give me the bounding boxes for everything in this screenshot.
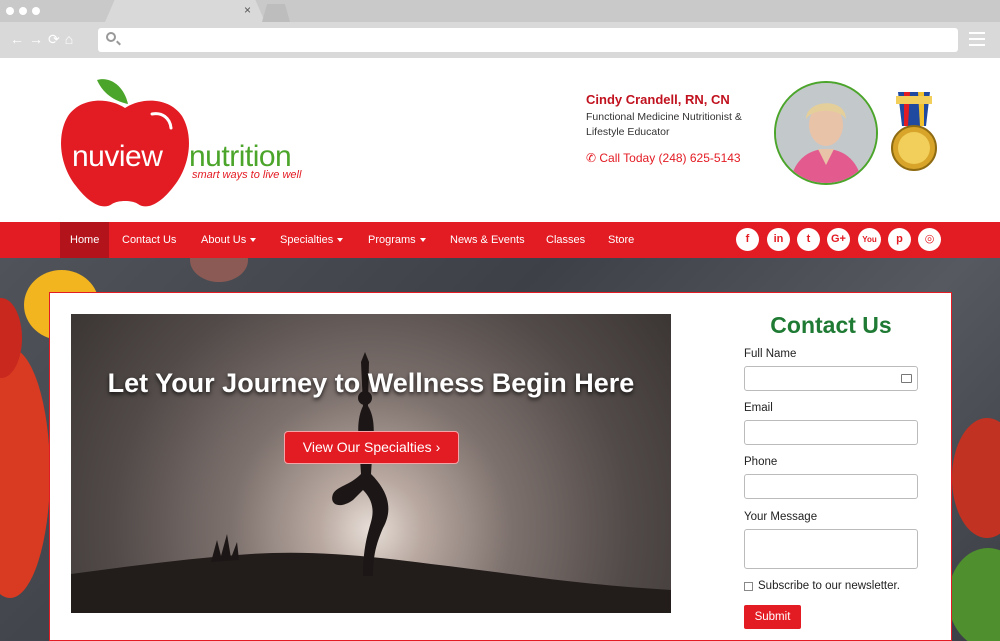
logo-word-nuview: nuview: [72, 140, 163, 173]
phone-text: Call Today (248) 625-5143: [599, 151, 741, 165]
window-dot[interactable]: [19, 7, 27, 15]
nav-specialties[interactable]: Specialties: [280, 222, 344, 258]
tomato-decoration: [0, 348, 50, 598]
contact-card-icon: [901, 374, 912, 383]
pepper-decoration: [948, 548, 1000, 641]
google-plus-icon[interactable]: G+: [827, 228, 850, 251]
chevron-down-icon: [250, 238, 257, 243]
view-specialties-button[interactable]: View Our Specialties ›: [284, 431, 459, 464]
nav-about-us[interactable]: About Us: [201, 222, 257, 258]
newsletter-checkbox[interactable]: [744, 582, 753, 591]
facebook-icon[interactable]: f: [736, 228, 759, 251]
message-textarea[interactable]: [744, 529, 918, 569]
avatar: [774, 81, 878, 185]
site-header: nuview nutrition smart ways to live well…: [0, 58, 1000, 222]
window-dot[interactable]: [6, 7, 14, 15]
phone-icon: ✆: [586, 151, 600, 165]
logo-tagline: smart ways to live well: [192, 169, 302, 181]
address-bar[interactable]: [98, 28, 958, 52]
message-label: Your Message: [744, 511, 818, 523]
twitter-icon[interactable]: t: [797, 228, 820, 251]
browser-tab[interactable]: [105, 0, 265, 22]
award-medal-icon: [891, 92, 937, 171]
main-nav: Home Contact Us About Us Specialties Pro…: [0, 222, 1000, 258]
nav-programs[interactable]: Programs: [368, 222, 426, 258]
tab-close-icon[interactable]: ×: [244, 3, 251, 17]
hero-title: Let Your Journey to Wellness Begin Here: [107, 368, 635, 398]
search-icon: [106, 32, 116, 42]
linkedin-icon[interactable]: in: [767, 228, 790, 251]
browser-chrome: × ←→⟳⌂: [0, 0, 1000, 58]
email-label: Email: [744, 402, 773, 414]
tab-bar: ×: [0, 0, 1000, 22]
onion-decoration: [190, 258, 248, 282]
nav-classes[interactable]: Classes: [546, 222, 585, 258]
phone-input[interactable]: [744, 474, 918, 499]
window-dot[interactable]: [32, 7, 40, 15]
nav-store[interactable]: Store: [608, 222, 634, 258]
chevron-down-icon: [337, 238, 344, 243]
person-name: Cindy Crandell, RN, CN: [586, 92, 730, 107]
email-input[interactable]: [744, 420, 918, 445]
hero-image: Let Your Journey to Wellness Begin Here …: [71, 314, 671, 613]
browser-menu-icon[interactable]: [969, 32, 985, 46]
chevron-down-icon: [419, 238, 426, 243]
full-name-label: Full Name: [744, 348, 797, 360]
newsletter-label: Subscribe to our newsletter.: [758, 580, 900, 592]
instagram-icon[interactable]: ◎: [918, 228, 941, 251]
tomato-decoration: [952, 418, 1000, 538]
browser-nav-icons[interactable]: ←→⟳⌂: [10, 31, 78, 48]
submit-button[interactable]: Submit: [744, 605, 801, 629]
nav-home[interactable]: Home: [60, 222, 110, 258]
new-tab-button[interactable]: [262, 4, 290, 22]
phone-link[interactable]: ✆ Call Today (248) 625-5143: [586, 151, 741, 165]
nav-news-events[interactable]: News & Events: [450, 222, 525, 258]
youtube-icon[interactable]: You: [858, 228, 881, 251]
phone-label: Phone: [744, 456, 778, 468]
contact-form-title: Contact Us: [770, 312, 892, 338]
nav-contact-us[interactable]: Contact Us: [122, 222, 176, 258]
full-name-input[interactable]: [744, 366, 918, 391]
person-title: Functional Medicine Nutritionist & Lifes…: [586, 111, 742, 138]
pinterest-icon[interactable]: p: [888, 228, 911, 251]
